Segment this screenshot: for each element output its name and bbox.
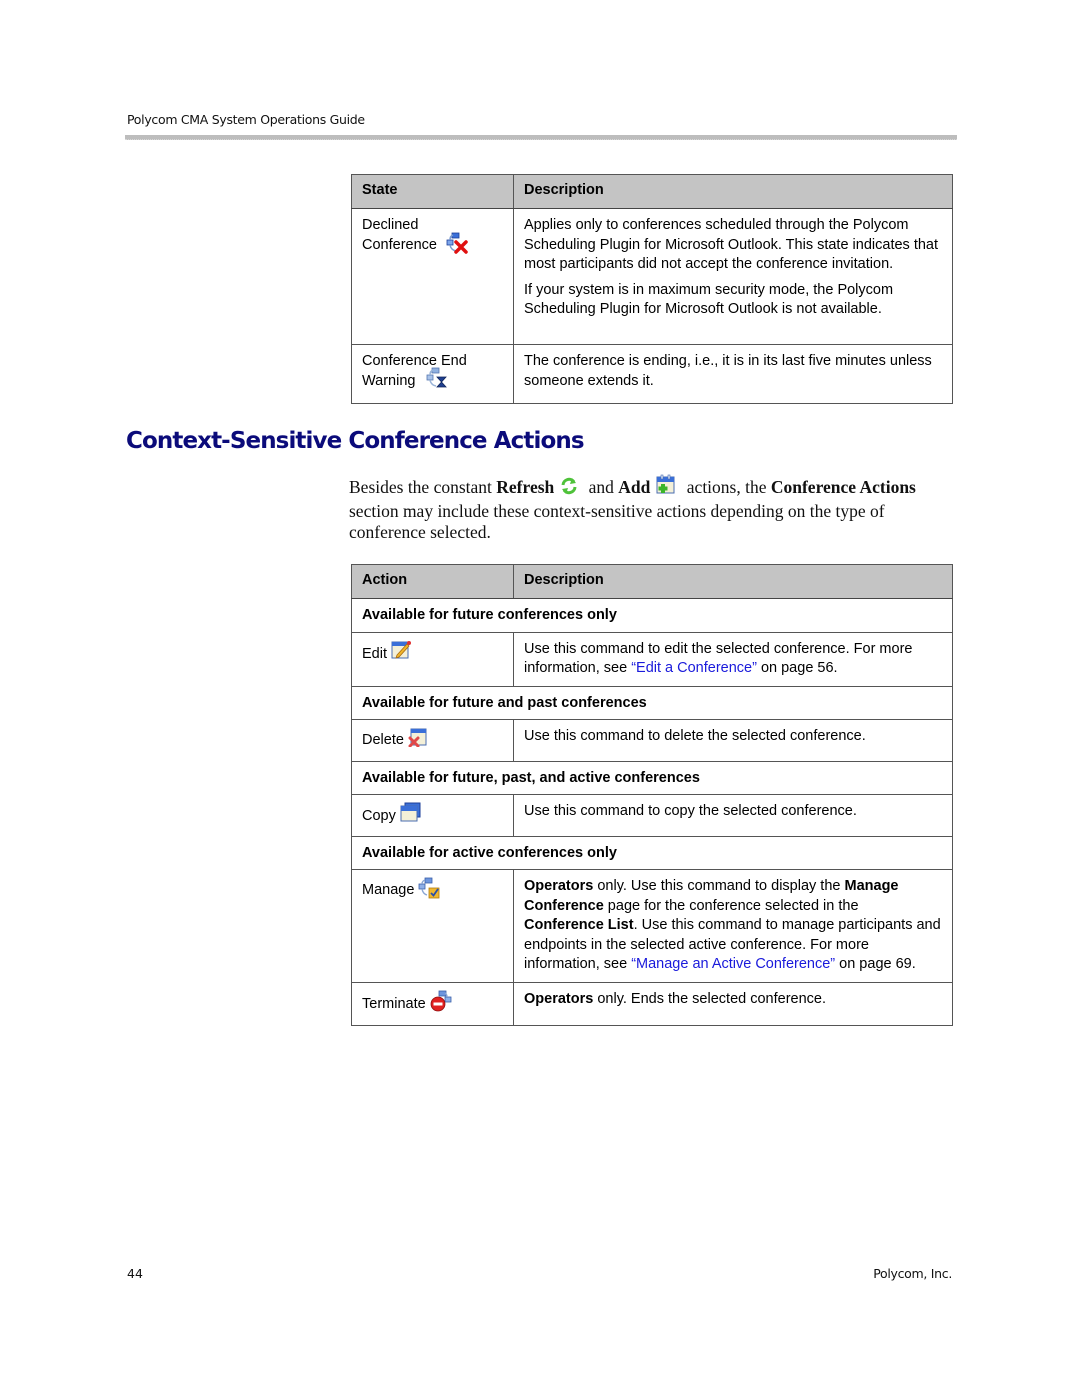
refresh-label: Refresh bbox=[496, 477, 555, 497]
section-title: Context-Sensitive Conference Actions bbox=[126, 428, 585, 454]
group-row: Available for future conferences only bbox=[351, 598, 953, 633]
edit-icon bbox=[391, 640, 411, 667]
action-name: Delete bbox=[362, 732, 404, 748]
group-label: Available for future and past conference… bbox=[351, 685, 953, 720]
conference-end-warning-icon bbox=[426, 367, 448, 396]
actions-header-description: Description bbox=[513, 564, 953, 599]
action-name: Terminate bbox=[362, 995, 426, 1012]
declined-conference-icon bbox=[446, 232, 468, 261]
states-table: State Description Declined Conference Ap… bbox=[351, 174, 953, 404]
action-name: Copy bbox=[362, 808, 396, 824]
group-label: Available for active conferences only bbox=[351, 835, 953, 870]
group-row: Available for future, past, and active c… bbox=[351, 760, 953, 795]
group-row: Available for active conferences only bbox=[351, 835, 953, 870]
table-row: Terminate Operators only. Ends the selec… bbox=[351, 981, 953, 1026]
actions-table: Action Description Available for future … bbox=[351, 564, 953, 1026]
action-description: Use this command to copy the selected co… bbox=[513, 794, 953, 837]
action-description: Use this command to delete the selected … bbox=[513, 719, 953, 762]
table-row: Edit Use this command to edit the select… bbox=[351, 631, 953, 687]
state-description: Applies only to conferences scheduled th… bbox=[524, 217, 939, 272]
group-label: Available for future conferences only bbox=[351, 598, 953, 633]
state-description-note: If your system is in maximum security mo… bbox=[524, 281, 894, 318]
states-header-state: State bbox=[351, 174, 514, 209]
edit-conference-link[interactable]: “Edit a Conference” bbox=[631, 660, 757, 676]
state-name: Declined Conference bbox=[362, 217, 437, 253]
states-header-description: Description bbox=[513, 174, 953, 209]
action-name: Manage bbox=[362, 882, 415, 898]
add-label: Add bbox=[618, 477, 651, 497]
footer-company: Polycom, Inc. bbox=[873, 1266, 952, 1281]
table-row: Declined Conference Applies only to conf… bbox=[351, 208, 953, 345]
state-name: Conference End Warning bbox=[362, 353, 467, 389]
conference-actions-label: Conference Actions bbox=[770, 477, 916, 497]
add-icon bbox=[656, 474, 676, 500]
table-row: Conference End Warning The conference is… bbox=[351, 344, 953, 404]
refresh-icon bbox=[560, 477, 578, 501]
manage-icon bbox=[418, 877, 440, 906]
actions-header-action: Action bbox=[351, 564, 514, 599]
table-row: Manage Operators only. Use this command … bbox=[351, 869, 953, 983]
intro-paragraph: Besides the constant Refresh and Add act… bbox=[349, 474, 959, 544]
page-number: 44 bbox=[127, 1266, 143, 1281]
table-row: Delete Use this command to delete the se… bbox=[351, 719, 953, 762]
header-rule bbox=[125, 135, 957, 140]
action-name: Edit bbox=[362, 645, 387, 662]
delete-icon bbox=[408, 727, 428, 754]
terminate-icon bbox=[430, 990, 452, 1019]
state-description: The conference is ending, i.e., it is in… bbox=[524, 353, 932, 389]
copy-icon bbox=[400, 802, 422, 829]
manage-active-conference-link[interactable]: “Manage an Active Conference” bbox=[631, 956, 835, 972]
group-row: Available for future and past conference… bbox=[351, 685, 953, 720]
running-header: Polycom CMA System Operations Guide bbox=[127, 112, 365, 127]
table-row: Copy Use this command to copy the select… bbox=[351, 794, 953, 837]
group-label: Available for future, past, and active c… bbox=[351, 760, 953, 795]
